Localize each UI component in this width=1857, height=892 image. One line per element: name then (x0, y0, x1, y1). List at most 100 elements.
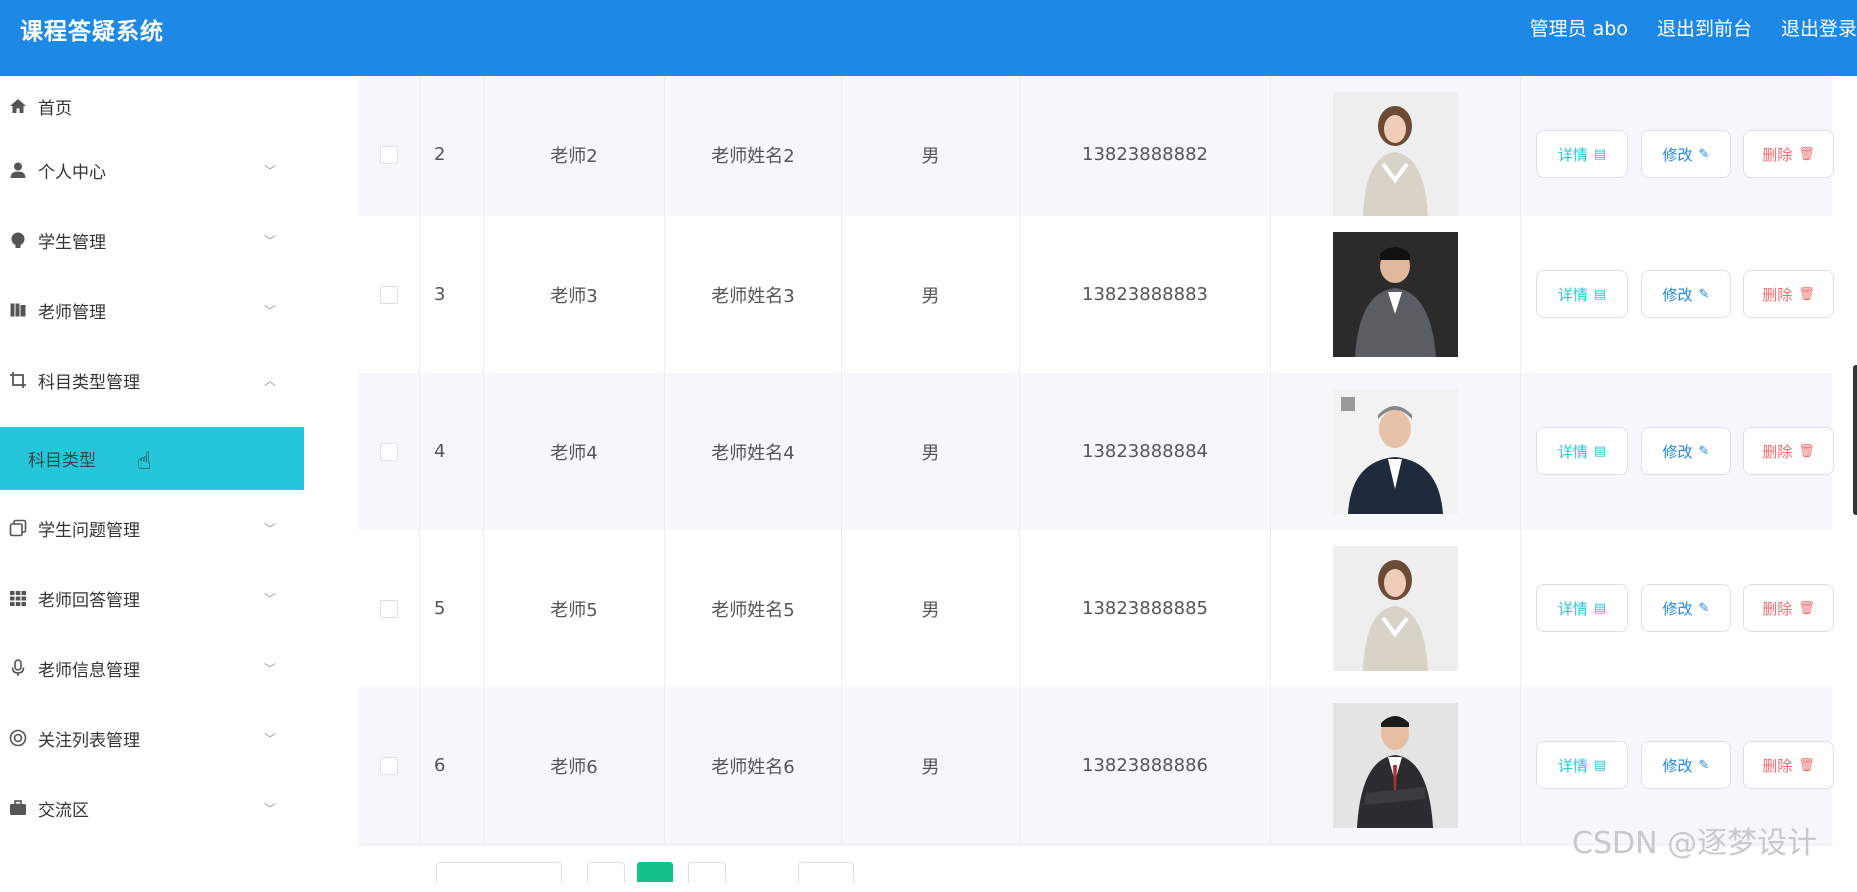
sidebar-item-student-question-management[interactable]: 学生问题管理 ﹀ (0, 498, 304, 558)
delete-button[interactable]: 删除 🗑 (1743, 130, 1834, 178)
grid-icon (8, 588, 28, 608)
row-checkbox[interactable] (379, 756, 398, 775)
trash-icon: 🗑 (1798, 146, 1815, 162)
chevron-down-icon: ﹀ (264, 591, 277, 606)
teacher-phone: 13823888884 (1020, 373, 1271, 530)
back-to-front-link[interactable]: 退出到前台 (1657, 14, 1752, 41)
main-content: 2 老师2 老师姓名2 男 13823888882 详情 ▤ 修改 ✎ 删除 🗑 3 … (304, 76, 1857, 883)
delete-button[interactable]: 删除 🗑 (1743, 584, 1834, 632)
header-links: 管理员 abo 退出到前台 退出登录 (1501, 14, 1857, 41)
hand-cursor-icon: ☝ (137, 447, 152, 475)
briefcase-icon (8, 798, 28, 818)
detail-button[interactable]: 详情 ▤ (1536, 427, 1628, 475)
jump-page-input[interactable] (798, 862, 854, 883)
document-icon: ▤ (1593, 757, 1607, 773)
watermark: CSDN @逐梦设计 (1572, 826, 1818, 861)
teacher-name: 老师姓名3 (665, 216, 842, 373)
edit-button[interactable]: 修改 ✎ (1641, 270, 1731, 318)
document-icon: ▤ (1593, 146, 1607, 162)
teacher-gender: 男 (842, 216, 1020, 373)
sidebar-item-label: 科目类型管理 (38, 372, 140, 393)
table-row: 3 老师3 老师姓名3 男 13823888883 详情 ▤ 修改 ✎ 删除 🗑 (358, 216, 1834, 374)
page-number-active[interactable] (637, 862, 673, 882)
prev-page-button[interactable] (587, 862, 625, 883)
delete-button[interactable]: 删除 🗑 (1743, 741, 1834, 789)
teacher-phone: 13823888886 (1020, 687, 1271, 844)
sidebar-item-label: 老师信息管理 (38, 660, 140, 681)
detail-button[interactable]: 详情 ▤ (1536, 130, 1628, 178)
female-teacher-photo (1333, 92, 1458, 217)
sidebar-item-teacher-info-management[interactable]: 老师信息管理 ﹀ (0, 638, 304, 698)
male-teacher-arms-crossed-photo (1333, 703, 1458, 828)
sidebar-item-teacher-management[interactable]: 老师管理 ﹀ (0, 280, 304, 340)
row-checkbox[interactable] (379, 599, 398, 618)
sidebar-item-student-management[interactable]: 学生管理 ﹀ (0, 210, 304, 270)
row-checkbox[interactable] (379, 285, 398, 304)
pencil-icon: ✎ (1698, 286, 1710, 302)
sidebar-item-home[interactable]: 首页 (0, 76, 304, 136)
edit-button[interactable]: 修改 ✎ (1641, 427, 1731, 475)
edit-button[interactable]: 修改 ✎ (1641, 130, 1731, 178)
user-icon (8, 160, 28, 180)
detail-button[interactable]: 详情 ▤ (1536, 584, 1628, 632)
teacher-phone: 13823888883 (1020, 216, 1271, 373)
row-checkbox[interactable] (379, 442, 398, 461)
mic-icon (8, 658, 28, 678)
sidebar-item-label: 学生问题管理 (38, 520, 140, 541)
sidebar-item-label: 交流区 (38, 800, 89, 821)
pencil-icon: ✎ (1698, 757, 1710, 773)
row-index: 5 (420, 530, 484, 687)
sidebar-item-teacher-answer-management[interactable]: 老师回答管理 ﹀ (0, 568, 304, 628)
chevron-down-icon: ﹀ (264, 801, 277, 816)
chevron-down-icon: ﹀ (264, 731, 277, 746)
sidebar-item-subject-type-management[interactable]: 科目类型管理 ︿ (0, 350, 304, 410)
teacher-phone: 13823888882 (1020, 76, 1271, 233)
page-size-select[interactable] (436, 862, 562, 883)
document-icon: ▤ (1593, 600, 1607, 616)
teacher-account: 老师4 (484, 373, 665, 530)
sidebar-item-label: 老师管理 (38, 302, 106, 323)
row-index: 6 (420, 687, 484, 844)
scrollbar-handle[interactable] (1853, 365, 1857, 515)
row-index: 2 (420, 76, 484, 233)
detail-button[interactable]: 详情 ▤ (1536, 741, 1628, 789)
pencil-icon: ✎ (1698, 443, 1710, 459)
sidebar-item-personal-center[interactable]: 个人中心 ﹀ (0, 140, 304, 200)
trash-icon: 🗑 (1798, 600, 1815, 616)
male-teacher-seated-photo (1333, 232, 1458, 357)
sidebar-item-label: 关注列表管理 (38, 730, 140, 751)
sidebar-item-label: 个人中心 (38, 162, 106, 183)
sidebar-item-follow-list-management[interactable]: 关注列表管理 ﹀ (0, 708, 304, 768)
edit-button[interactable]: 修改 ✎ (1641, 741, 1731, 789)
home-icon (8, 96, 28, 116)
delete-button[interactable]: 删除 🗑 (1743, 427, 1834, 475)
next-page-button[interactable] (688, 862, 726, 883)
teacher-account: 老师3 (484, 216, 665, 373)
logout-link[interactable]: 退出登录 (1781, 14, 1857, 41)
teacher-name: 老师姓名5 (665, 530, 842, 687)
female-teacher-photo (1333, 546, 1458, 671)
table-row: 2 老师2 老师姓名2 男 13823888882 详情 ▤ 修改 ✎ 删除 🗑 (358, 76, 1834, 234)
sidebar-menu: 首页 个人中心 ﹀ 学生管理 ﹀ 老师管理 ﹀ 科目类型管理 ︿ 科目类型 ☝ (0, 76, 304, 871)
teacher-account: 老师6 (484, 687, 665, 844)
teacher-gender: 男 (842, 687, 1020, 844)
bulb-icon (8, 230, 28, 250)
edit-button[interactable]: 修改 ✎ (1641, 584, 1731, 632)
document-icon: ▤ (1593, 443, 1607, 459)
table-row: 5 老师5 老师姓名5 男 13823888885 详情 ▤ 修改 ✎ 删除 🗑 (358, 530, 1834, 688)
sidebar-item-label: 学生管理 (38, 232, 106, 253)
sidebar-subitem-subject-type[interactable]: 科目类型 ☝ (0, 427, 304, 490)
sidebar-item-forum[interactable]: 交流区 ﹀ (0, 778, 304, 838)
detail-button[interactable]: 详情 ▤ (1536, 270, 1628, 318)
chevron-up-icon: ︿ (264, 373, 277, 388)
pencil-icon: ✎ (1698, 146, 1710, 162)
copy-icon (8, 518, 28, 538)
delete-button[interactable]: 删除 🗑 (1743, 270, 1834, 318)
sidebar-subitem-label: 科目类型 (28, 451, 96, 471)
teacher-account: 老师5 (484, 530, 665, 687)
app-title: 课程答疑系统 (20, 19, 164, 45)
crop-icon (8, 370, 28, 390)
row-index: 4 (420, 373, 484, 530)
top-header: 课程答疑系统 管理员 abo 退出到前台 退出登录 (0, 0, 1857, 76)
row-checkbox[interactable] (379, 145, 398, 164)
